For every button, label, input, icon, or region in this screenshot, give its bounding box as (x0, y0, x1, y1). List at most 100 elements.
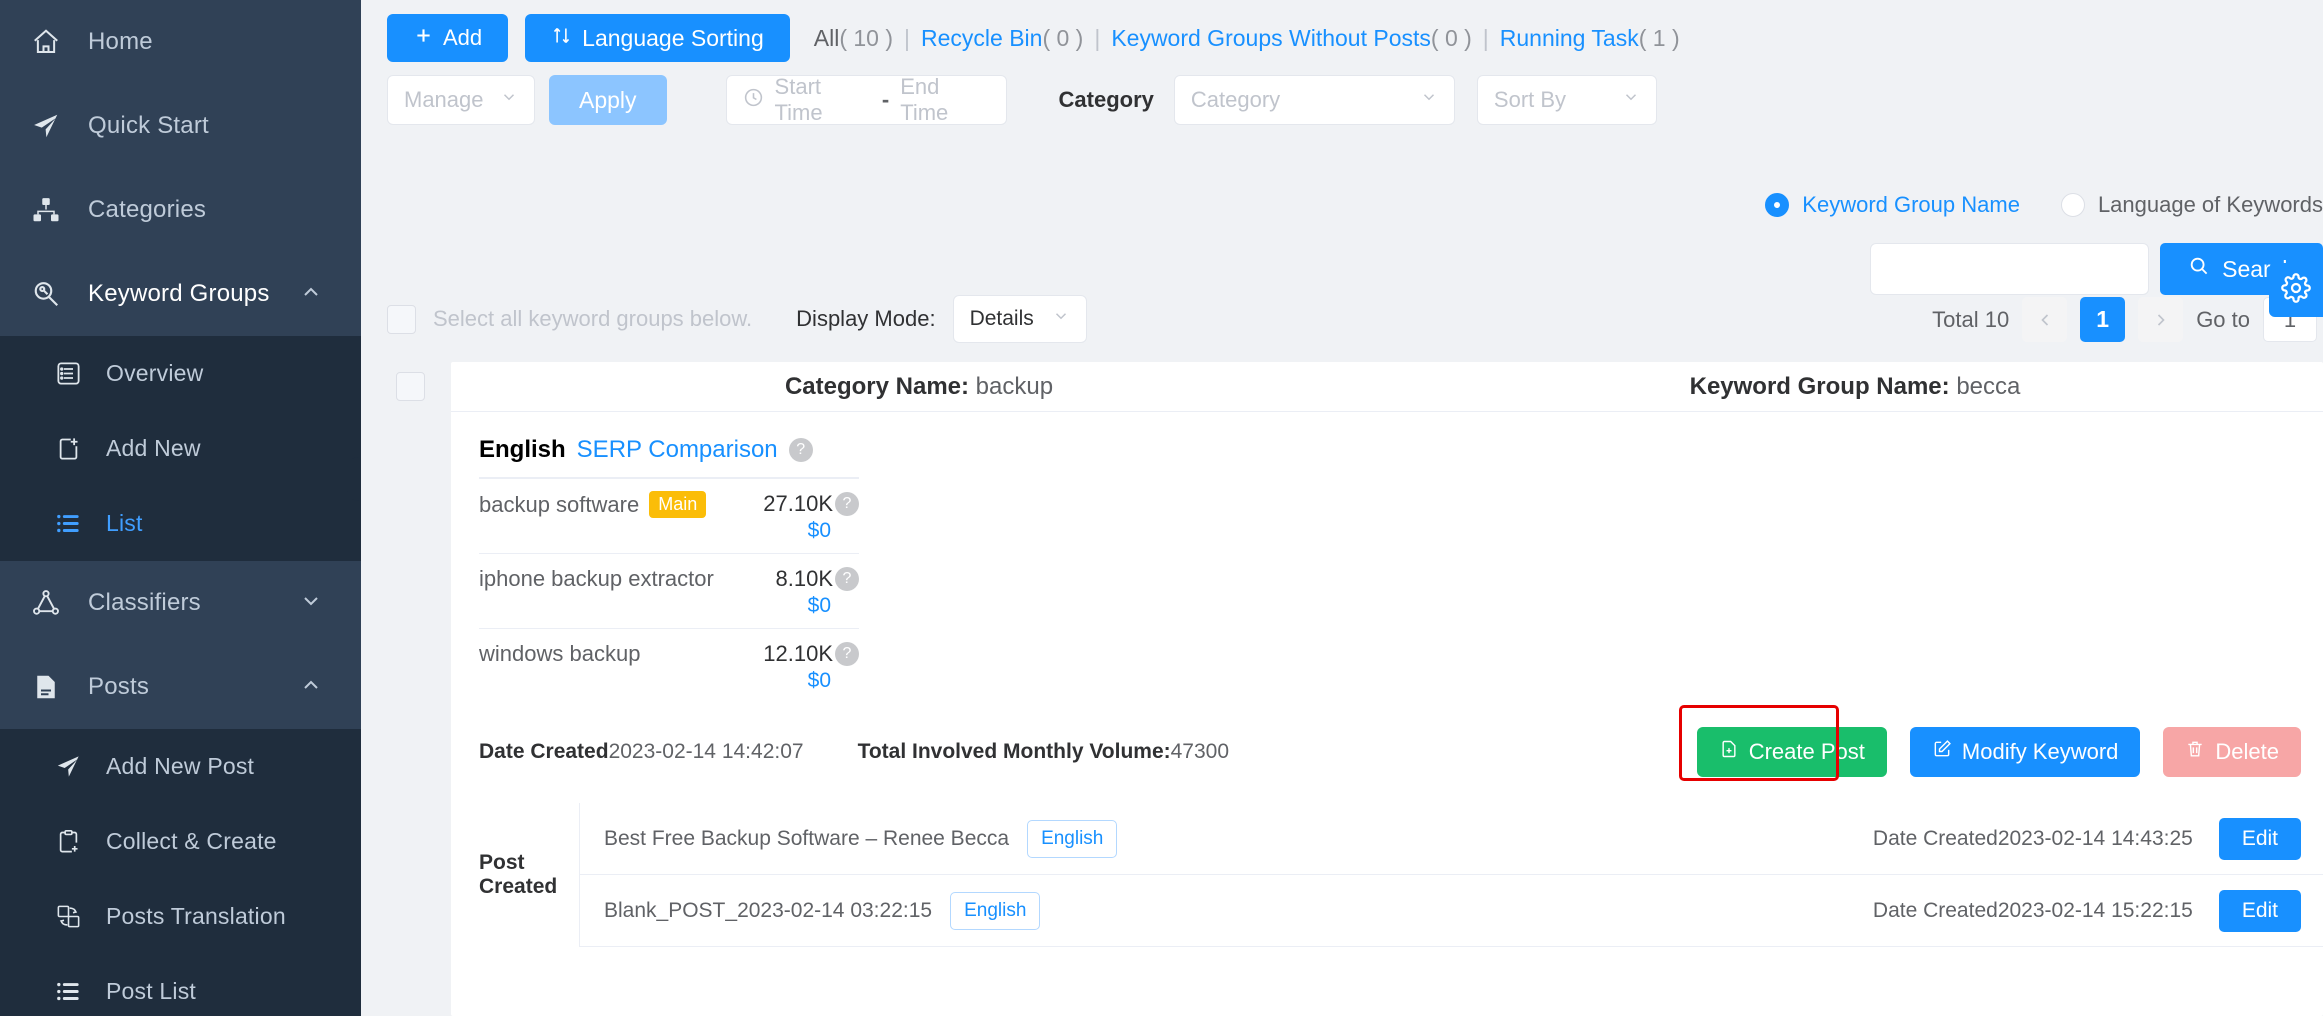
sidebar-item-add-new[interactable]: Add New (0, 411, 361, 486)
sidebar-item-label: List (106, 510, 143, 536)
card-header: Category Name: backup Keyword Group Name… (451, 362, 2323, 412)
settings-fab[interactable] (2269, 263, 2323, 317)
tab-recycle-bin[interactable]: Recycle Bin (921, 25, 1042, 52)
question-mark-icon[interactable]: ? (788, 438, 813, 462)
list-controls: Select all keyword groups below. Display… (387, 295, 1087, 343)
sidebar-item-home[interactable]: Home (0, 0, 361, 84)
select-all-checkbox[interactable] (387, 304, 416, 334)
manage-select-value: Manage (404, 87, 484, 112)
tab-running-task[interactable]: Running Task (1500, 25, 1639, 52)
sidebar-item-label: Post List (106, 978, 197, 1004)
modify-keyword-button[interactable]: Modify Keyword (1909, 727, 2141, 777)
post-title[interactable]: Blank_POST_2023-02-14 03:22:15 (604, 899, 932, 923)
post-date-value: 2023-02-14 15:22:15 (1997, 898, 2193, 922)
question-mark-icon[interactable]: ? (835, 642, 859, 666)
radio-keyword-group-name[interactable]: Keyword Group Name (1765, 192, 2020, 218)
tab-keyword-groups-without-posts-count: ( 0 ) (1430, 24, 1472, 51)
radio-language-of-keywords[interactable]: Language of Keywords (2060, 192, 2323, 218)
chevron-left-icon (2041, 313, 2048, 326)
edit-post-button[interactable]: Edit (2218, 817, 2301, 860)
question-mark-icon[interactable]: ? (835, 492, 859, 516)
tab-all[interactable]: All (814, 25, 840, 52)
app-root: Home Quick Start Categories Keyword Grou… (0, 0, 2323, 1016)
pagination-total: Total 10 (1932, 306, 2010, 332)
post-list-table: Best Free Backup Software – Renee Becca … (579, 803, 2323, 947)
tab-separator: | (904, 24, 910, 51)
sidebar-item-keyword-groups[interactable]: Keyword Groups (0, 252, 361, 336)
display-mode-select[interactable]: Details (952, 295, 1087, 343)
pagination-page-1[interactable]: 1 (2080, 297, 2126, 342)
tab-running-task-count: ( 1 ) (1638, 24, 1680, 51)
keyword-name-cell: windows backup (479, 641, 640, 667)
gear-icon (2281, 272, 2311, 308)
network-icon (26, 583, 66, 623)
pagination-prev-button[interactable] (2022, 297, 2068, 342)
post-date-label: Date Created (1872, 826, 1998, 850)
sidebar-item-label: Home (88, 28, 153, 55)
paper-plane-icon (26, 106, 66, 146)
date-created-value: 2023-02-14 14:42:07 (608, 740, 804, 763)
pagination-next-button[interactable] (2138, 297, 2184, 342)
sidebar-item-collect-create[interactable]: Collect & Create (0, 804, 361, 879)
tab-recycle-bin-count: ( 0 ) (1042, 24, 1084, 51)
post-title[interactable]: Best Free Backup Software – Renee Becca (604, 827, 1009, 851)
table-row: backup software Main 27.10K ? $0 (479, 479, 859, 554)
sidebar: Home Quick Start Categories Keyword Grou… (0, 0, 361, 1016)
sidebar-item-posts-translation[interactable]: Posts Translation (0, 879, 361, 954)
keyword-volume-row: 12.10K ? (763, 641, 859, 667)
sidebar-item-posts[interactable]: Posts (0, 645, 361, 729)
pencil-square-icon (1932, 739, 1952, 765)
post-date: Date Created2023-02-14 14:43:25 (1873, 827, 2193, 851)
category-filter-label: Category (1058, 87, 1154, 112)
language-sorting-label: Language Sorting (582, 24, 764, 51)
search-input[interactable] (1870, 243, 2150, 295)
keyword-volume: 12.10K (763, 641, 833, 666)
keyword-volume-row: 27.10K ? (763, 491, 859, 517)
post-created-label: Post Created (479, 851, 558, 898)
question-mark-icon[interactable]: ? (835, 567, 859, 591)
apply-button[interactable]: Apply (549, 75, 667, 125)
post-date: Date Created2023-02-14 15:22:15 (1873, 899, 2193, 923)
serp-comparison-link[interactable]: SERP Comparison (577, 436, 778, 464)
sidebar-item-overview[interactable]: Overview (0, 336, 361, 411)
tab-keyword-groups-without-posts[interactable]: Keyword Groups Without Posts (1111, 25, 1431, 52)
clock-icon (743, 87, 764, 114)
sidebar-item-label: Classifiers (88, 589, 201, 616)
card-meta-row: Date Created 2023-02-14 14:42:07 Total I… (451, 703, 2323, 781)
modify-keyword-label: Modify Keyword (1961, 739, 2119, 764)
sidebar-item-list[interactable]: List (0, 486, 361, 561)
post-date-value: 2023-02-14 14:43:25 (1997, 826, 2193, 850)
edit-post-button[interactable]: Edit (2218, 889, 2301, 932)
category-select[interactable]: Category (1173, 75, 1455, 125)
primary-toolbar: Add Language Sorting All ( 10 ) | Recycl… (361, 0, 2323, 62)
post-language-tag[interactable]: English (950, 891, 1041, 930)
date-created-label: Date Created (479, 740, 609, 763)
file-plus-icon (1719, 739, 1739, 765)
card-select-checkbox[interactable] (396, 372, 425, 401)
sidebar-item-label: Add New (106, 435, 201, 461)
sidebar-item-add-new-post[interactable]: Add New Post (0, 729, 361, 804)
keyword-cpc: $0 (807, 669, 831, 692)
sidebar-collapse-handle[interactable] (338, 457, 361, 501)
create-post-button[interactable]: Create Post (1696, 727, 1887, 777)
date-range-picker[interactable]: Start Time - End Time (725, 74, 1007, 125)
sidebar-item-post-list[interactable]: Post List (0, 954, 361, 1016)
language-sorting-button[interactable]: Language Sorting (525, 14, 790, 62)
posts-submenu: Add New Post Collect & Create Posts Tran… (0, 729, 361, 1016)
sidebar-item-quick-start[interactable]: Quick Start (0, 84, 361, 168)
post-language-tag[interactable]: English (1027, 819, 1118, 858)
tab-separator: | (1094, 24, 1101, 51)
sidebar-item-classifiers[interactable]: Classifiers (0, 561, 361, 645)
list-item: Blank_POST_2023-02-14 03:22:15 English D… (580, 875, 2323, 947)
list-item: Best Free Backup Software – Renee Becca … (580, 803, 2323, 875)
filter-tabs: All ( 10 ) | Recycle Bin ( 0 ) | Keyword… (814, 25, 1680, 52)
sidebar-item-categories[interactable]: Categories (0, 168, 361, 252)
add-button[interactable]: Add (387, 14, 509, 62)
clipboard-plus-icon (50, 824, 86, 860)
category-name-value: backup (975, 372, 1054, 400)
manage-select[interactable]: Manage (387, 75, 535, 125)
list-icon (50, 974, 86, 1010)
sort-by-select[interactable]: Sort By (1476, 75, 1657, 125)
delete-button[interactable]: Delete (2163, 727, 2301, 777)
post-date-label: Date Created (1872, 898, 1998, 922)
